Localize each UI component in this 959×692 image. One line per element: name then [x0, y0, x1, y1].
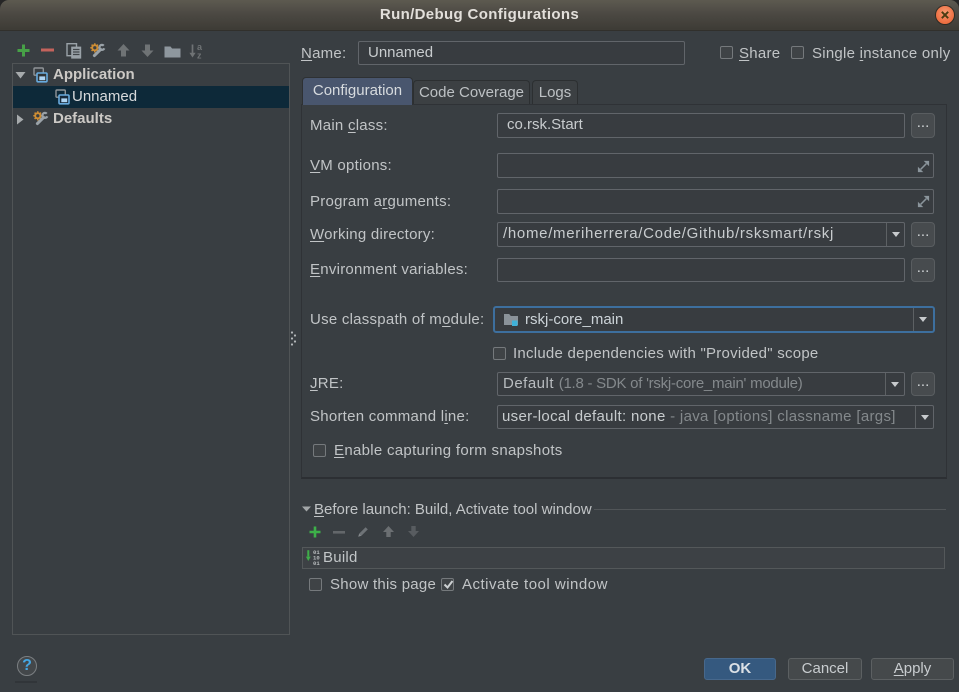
- svg-text:01: 01: [313, 560, 320, 567]
- svg-text:z: z: [197, 51, 202, 60]
